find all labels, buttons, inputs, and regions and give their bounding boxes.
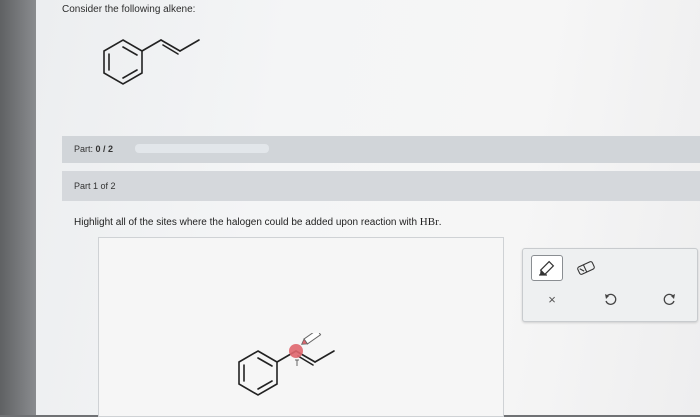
drawing-toolbox: × [522, 248, 698, 322]
highlighter-cursor-icon [300, 333, 322, 345]
question-text: Highlight all of the sites where the hal… [74, 216, 442, 228]
background-edge [0, 0, 36, 415]
undo-button[interactable] [597, 287, 623, 311]
redo-button[interactable] [657, 287, 683, 311]
subpart-header: Part 1 of 2 [62, 171, 700, 201]
part-label: Part: [74, 144, 94, 154]
eraser-tool-button[interactable] [573, 256, 599, 280]
close-icon: × [548, 291, 556, 307]
reagent: HBr [419, 216, 439, 228]
highlighter-icon [539, 260, 555, 276]
answer-structure[interactable] [230, 333, 380, 413]
progress-track [135, 144, 269, 153]
drawing-canvas[interactable] [98, 237, 504, 417]
bond-methyl [179, 39, 200, 52]
eraser-icon [577, 261, 595, 275]
clear-button[interactable]: × [539, 287, 565, 311]
part-progress-bar: Part: 0 / 2 [62, 136, 700, 163]
bond-ring-ch [141, 39, 162, 52]
subpart-label: Part 1 of 2 [74, 181, 116, 191]
highlighter-tool-button[interactable] [531, 255, 563, 281]
alkene-structure [103, 39, 200, 85]
redo-icon [663, 293, 675, 305]
undo-icon [605, 293, 617, 305]
intro-text: Consider the following alkene: [62, 4, 196, 15]
part-score: 0 / 2 [95, 144, 114, 154]
highlighted-atom[interactable] [289, 344, 303, 358]
